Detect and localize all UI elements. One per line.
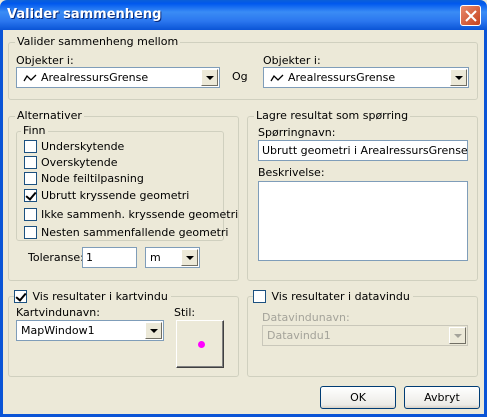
cancel-label: Avbryt — [424, 391, 460, 404]
map-results-toggle[interactable]: Vis resultater i kartvindu — [14, 289, 171, 303]
close-button[interactable] — [460, 5, 481, 26]
underskytende-checkbox[interactable] — [24, 140, 37, 153]
crossing-geometry-label: Ubrutt kryssende geometri — [41, 189, 190, 202]
chevron-down-icon[interactable] — [450, 69, 467, 86]
tolerance-value: 1 — [86, 251, 93, 264]
window-title: Valider sammenheng — [7, 7, 162, 22]
left-objects-value: ArealressursGrense — [41, 71, 149, 84]
description-label: Beskrivelse: — [258, 166, 325, 179]
alternatives-title: Alternativer — [15, 109, 84, 122]
cancel-button[interactable]: Avbryt — [404, 386, 480, 409]
nonconnected-crossing-checkbox[interactable] — [24, 208, 37, 221]
chevron-down-icon[interactable] — [449, 327, 466, 344]
line-layer-icon — [270, 74, 284, 82]
right-objects-label: Objekter i: — [263, 54, 321, 67]
ok-label: OK — [350, 391, 366, 404]
unit-combo[interactable]: m — [145, 247, 200, 268]
validate-group-title: Valider sammenheng mellom — [15, 35, 181, 48]
underskytende-label: Underskytende — [41, 140, 125, 153]
description-input[interactable] — [258, 181, 468, 261]
tolerance-label: Toleranse: — [28, 251, 84, 264]
overskytende-checkbox[interactable] — [24, 156, 37, 169]
title-bar: Valider sammenheng — [0, 0, 487, 30]
map-window-name-label: Kartvindunavn: — [16, 306, 100, 319]
data-window-name-label: Datavindunavn: — [262, 311, 350, 324]
right-objects-combo[interactable]: ArealressursGrense — [263, 67, 469, 88]
chevron-down-icon[interactable] — [181, 249, 198, 266]
query-name-label: Spørringnavn: — [258, 126, 336, 139]
unit-value: m — [150, 251, 161, 264]
point-style-icon — [198, 341, 205, 348]
data-results-checkbox[interactable] — [253, 289, 266, 303]
data-window-value: Datavindu1 — [267, 329, 331, 342]
connector-label: Og — [232, 70, 248, 83]
map-results-label: Vis resultater i kartvindu — [32, 289, 168, 303]
data-results-label: Vis resultater i datavindu — [271, 289, 410, 303]
ok-button[interactable]: OK — [320, 386, 396, 409]
data-results-toggle[interactable]: Vis resultater i datavindu — [253, 289, 413, 303]
crossing-geometry-checkbox[interactable] — [24, 189, 37, 202]
tolerance-input[interactable]: 1 — [82, 247, 137, 268]
style-button[interactable] — [176, 320, 224, 368]
left-objects-label: Objekter i: — [16, 54, 74, 67]
left-objects-combo[interactable]: ArealressursGrense — [16, 67, 220, 88]
map-results-checkbox[interactable] — [14, 289, 27, 303]
line-layer-icon — [23, 74, 37, 82]
close-icon — [465, 10, 477, 22]
chevron-down-icon[interactable] — [201, 69, 218, 86]
right-objects-value: ArealressursGrense — [288, 71, 396, 84]
data-window-combo[interactable]: Datavindu1 — [262, 325, 468, 346]
node-mismatch-checkbox[interactable] — [24, 172, 37, 185]
style-label: Stil: — [174, 306, 196, 319]
map-window-value: MapWindow1 — [21, 324, 95, 337]
find-title: Finn — [21, 124, 48, 137]
save-result-title: Lagre resultat som spørring — [254, 109, 411, 122]
query-name-input[interactable]: Ubrutt geometri i ArealressursGrense — [258, 140, 468, 161]
chevron-down-icon[interactable] — [145, 322, 162, 339]
nonconnected-crossing-label: Ikke sammenh. kryssende geometri — [41, 208, 239, 221]
map-window-combo[interactable]: MapWindow1 — [16, 320, 164, 341]
query-name-value: Ubrutt geometri i ArealressursGrense — [262, 144, 468, 157]
near-coincident-checkbox[interactable] — [24, 226, 37, 239]
near-coincident-label: Nesten sammenfallende geometri — [41, 226, 229, 239]
overskytende-label: Overskytende — [41, 156, 118, 169]
node-mismatch-label: Node feiltilpasning — [41, 172, 144, 185]
